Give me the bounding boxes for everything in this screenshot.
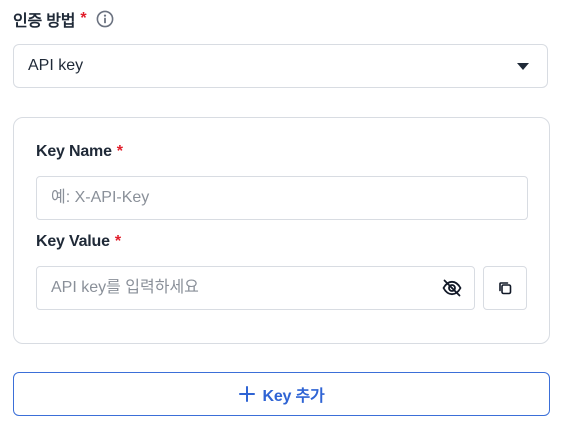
- required-mark: *: [114, 233, 121, 250]
- auth-method-label-row: 인증 방법 *: [13, 8, 114, 30]
- key-name-input[interactable]: [36, 176, 528, 220]
- info-icon[interactable]: [96, 10, 114, 28]
- key-name-label: Key Name: [36, 143, 112, 160]
- required-mark: *: [80, 10, 87, 27]
- key-name-label-row: Key Name *: [36, 143, 123, 161]
- auth-method-select[interactable]: API key: [13, 44, 548, 88]
- add-key-label: Key 추가: [262, 388, 325, 405]
- auth-method-select-value: API key: [28, 57, 84, 74]
- eye-off-icon[interactable]: [441, 277, 463, 299]
- required-mark: *: [116, 143, 123, 160]
- key-value-label-row: Key Value *: [36, 233, 121, 251]
- auth-method-label: 인증 방법: [13, 13, 76, 30]
- copy-icon: [499, 282, 512, 295]
- key-value-input-wrap: [36, 266, 475, 310]
- chevron-down-icon: [517, 62, 529, 70]
- add-key-button[interactable]: Key 추가: [13, 372, 550, 416]
- key-value-label: Key Value: [36, 233, 110, 250]
- key-value-input[interactable]: [36, 266, 475, 310]
- api-key-card: Key Name * Key Value *: [13, 117, 550, 344]
- plus-icon: [239, 386, 256, 402]
- copy-button[interactable]: [483, 266, 527, 310]
